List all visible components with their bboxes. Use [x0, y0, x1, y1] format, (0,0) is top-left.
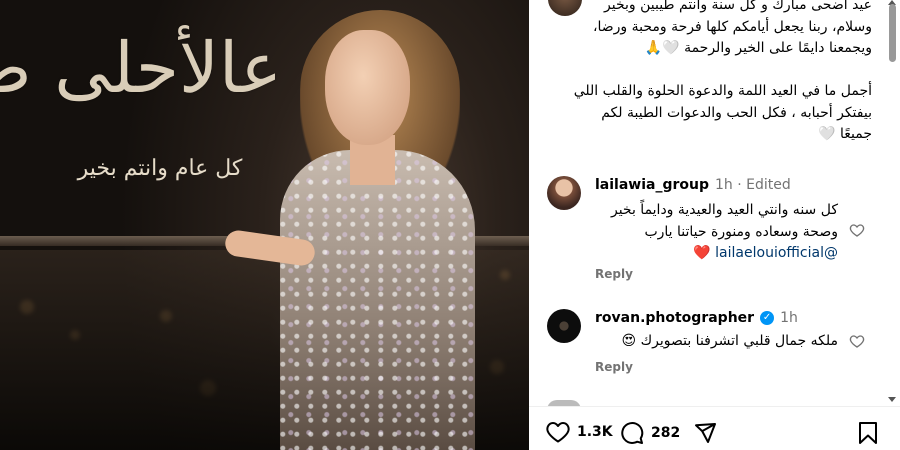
comment-header: rovan.photographer ✓ 1h [595, 309, 798, 327]
comment-meta: 1h · Edited [715, 177, 791, 193]
reply-button[interactable]: Reply [595, 360, 633, 374]
bookmark-icon [859, 422, 877, 444]
like-comment-heart-icon[interactable] [849, 333, 865, 349]
mention-link[interactable]: @lailaelouiofficial [715, 245, 838, 261]
comment-text: ملكه جمال قلبي اتشرفنا بتصويرك 😍 [578, 331, 838, 353]
verified-badge-icon: ✓ [760, 311, 775, 325]
comment-username[interactable]: lailawia_group [595, 177, 709, 193]
sequin-dress [280, 150, 475, 450]
paper-plane-icon [695, 423, 716, 443]
save-button[interactable] [857, 421, 879, 445]
reply-button[interactable]: Reply [595, 267, 633, 281]
woman-face [325, 30, 410, 145]
post-caption: عيد أضحى مبارك و كل سنة وانتم طيبين وبخي… [572, 0, 872, 167]
post-action-bar: 1.3K 282 [529, 406, 900, 450]
commenter-avatar[interactable] [547, 176, 581, 210]
comment-meta: 1h [780, 310, 798, 326]
like-comment-heart-icon[interactable] [849, 222, 865, 238]
scroll-down-arrow-icon[interactable] [888, 397, 896, 402]
comment-body: كل سنه وانتي العيد والعيدية ودايماً بخير… [610, 202, 838, 240]
comment-emoji: ❤️ [693, 245, 711, 261]
comment-text: كل سنه وانتي العيد والعيدية ودايماً بخير… [578, 200, 838, 265]
comment-username[interactable]: rovan.photographer [595, 310, 754, 326]
eid-greeting-art: كل عام وانتم بخير [77, 156, 243, 181]
comment-button[interactable]: 282 [620, 421, 680, 445]
eid-calligraphy: عالأحلى ضحى [0, 27, 282, 109]
comment-count[interactable]: 282 [651, 425, 680, 441]
commenter-avatar[interactable] [547, 309, 581, 343]
scroll-thumb[interactable] [889, 4, 896, 62]
comments-scrollbar[interactable] [887, 0, 897, 406]
caption-paragraph: أجمل ما في العيد اللمة والدعوة الحلوة وا… [573, 83, 872, 142]
like-button[interactable]: 1.3K [546, 421, 613, 443]
comment-body: ملكه جمال قلبي اتشرفنا بتصويرك 😍 [621, 333, 838, 349]
caption-paragraph: عيد أضحى مبارك و كل سنة وانتم طيبين وبخي… [592, 0, 872, 56]
share-button[interactable] [693, 421, 717, 445]
heart-icon [546, 422, 570, 443]
comments-panel[interactable]: عيد أضحى مبارك و كل سنة وانتم طيبين وبخي… [529, 0, 900, 406]
comment-bubble-icon [621, 422, 644, 445]
post-image[interactable]: عالأحلى ضحى كل عام وانتم بخير [0, 0, 529, 450]
comment-header: lailawia_group 1h · Edited [595, 176, 791, 194]
like-count[interactable]: 1.3K [577, 424, 613, 440]
